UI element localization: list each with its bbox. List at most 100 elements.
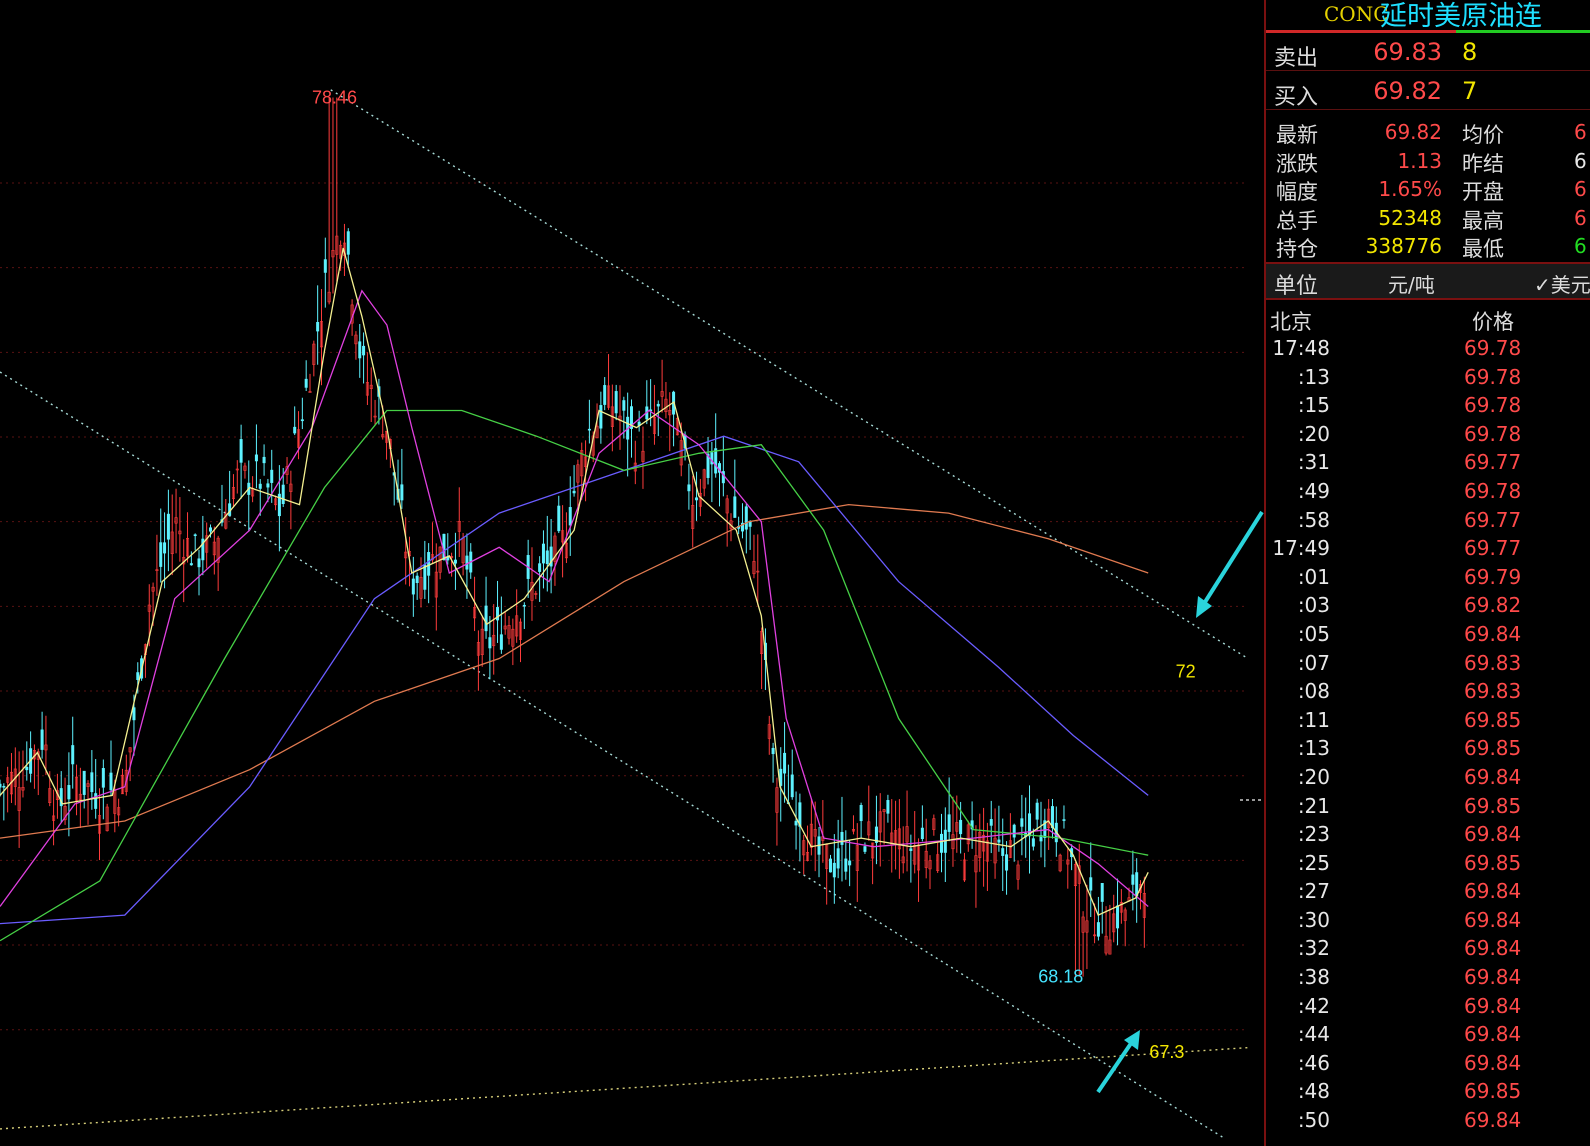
price-chart[interactable]: 78.46 68.18 72 67.3 [0, 0, 1264, 1146]
buy-price: 69.82 [1373, 77, 1442, 105]
tick-time: :08 [1297, 679, 1330, 704]
unit-label: 单位 [1274, 274, 1319, 299]
tick-price: 69.83 [1464, 679, 1522, 704]
tick-time: :49 [1297, 478, 1330, 503]
candle-body-131 [499, 634, 503, 650]
sell-label: 卖出 [1274, 46, 1319, 71]
candle-body-287 [1096, 922, 1100, 937]
candle-body-296 [1131, 874, 1135, 885]
stat-value-2: 6 [1574, 177, 1587, 202]
tick-time: :21 [1297, 793, 1330, 818]
instrument-name[interactable]: 延时美原油连 [1380, 0, 1542, 33]
candle-body-182 [695, 497, 699, 501]
tick-row[interactable]: :13 69.85 [1266, 734, 1590, 763]
candle-body-68 [258, 483, 262, 489]
tick-time: :58 [1297, 507, 1330, 532]
tick-row[interactable]: :44 69.84 [1266, 1020, 1590, 1049]
tick-row[interactable]: :23 69.84 [1266, 820, 1590, 849]
tick-row[interactable]: :48 69.85 [1266, 1077, 1590, 1106]
candle-body-202 [771, 747, 775, 755]
candle-body-270 [1031, 838, 1035, 847]
candle-body-263 [1005, 854, 1009, 871]
tick-row[interactable]: :49 69.78 [1266, 477, 1590, 506]
candle-body-292 [1116, 905, 1120, 929]
annotation-2: 72 [1176, 661, 1196, 681]
candle-body-109 [415, 575, 419, 584]
candle-body-42 [159, 542, 163, 567]
tick-price: 69.85 [1464, 1079, 1522, 1104]
tick-price: 69.84 [1464, 822, 1522, 847]
tick-row[interactable]: :25 69.85 [1266, 849, 1590, 878]
tick-row[interactable]: :13 69.78 [1266, 363, 1590, 392]
stats-row-0: 最新 69.82 均价 6 [1266, 116, 1590, 147]
sell-row[interactable]: 卖出 69.83 8 [1266, 32, 1590, 71]
quote-panel: CONC 延时美原油连 卖出 69.83 8 买入 69.82 7 最新 69.8… [1264, 0, 1590, 1146]
unit-value: 元/吨 [1388, 273, 1435, 297]
currency-toggle[interactable]: ✓美元 [1534, 269, 1590, 298]
tick-row[interactable]: :20 69.84 [1266, 763, 1590, 792]
candle-body-205 [783, 752, 787, 774]
candle-body-232 [886, 800, 890, 814]
candle-body-146 [557, 505, 561, 532]
tick-row[interactable]: 17:49 69.77 [1266, 534, 1590, 563]
tick-row[interactable]: :15 69.78 [1266, 391, 1590, 420]
tick-row[interactable]: :05 69.84 [1266, 620, 1590, 649]
tick-row[interactable]: :31 69.77 [1266, 448, 1590, 477]
stat-value-2: 6 [1574, 234, 1587, 259]
candle-body-122 [465, 555, 469, 570]
stats-row-3: 总手 52348 最高 6 [1266, 202, 1590, 233]
tick-row[interactable]: :42 69.84 [1266, 992, 1590, 1021]
annotation-1: 68.18 [1038, 967, 1083, 987]
tick-row[interactable]: :32 69.84 [1266, 934, 1590, 963]
chart-canvas: 78.46 68.18 72 67.3 [0, 87, 1264, 1139]
tick-time: :42 [1297, 993, 1330, 1018]
candle-body-71 [270, 469, 274, 483]
tick-time: :05 [1297, 621, 1330, 646]
buy-row[interactable]: 买入 69.82 7 [1266, 71, 1590, 110]
tick-row[interactable]: :08 69.83 [1266, 677, 1590, 706]
tick-time: :11 [1297, 707, 1330, 732]
tick-row[interactable]: :03 69.82 [1266, 591, 1590, 620]
tick-time: :25 [1297, 850, 1330, 875]
candle-body-218 [832, 862, 836, 878]
candle-body-74 [281, 484, 285, 505]
tick-row[interactable]: :27 69.84 [1266, 877, 1590, 906]
stat-value-2: 6 [1574, 120, 1587, 144]
tick-row[interactable]: :38 69.84 [1266, 963, 1590, 992]
tick-price: 69.85 [1464, 736, 1522, 761]
tick-price: 69.84 [1464, 1050, 1522, 1075]
tick-price: 69.78 [1464, 364, 1522, 389]
tick-row[interactable]: 17:48 69.78 [1266, 334, 1590, 363]
candle-body-1 [2, 785, 6, 788]
candle-body-158 [603, 385, 607, 405]
trend-line-0 [330, 89, 1249, 660]
candle-body-43 [163, 542, 167, 554]
tick-time: :31 [1297, 450, 1330, 475]
tick-row[interactable]: :46 69.84 [1266, 1049, 1590, 1078]
tick-price: 69.85 [1464, 793, 1522, 818]
series-ma_yellow [0, 247, 1149, 916]
tick-row[interactable]: :58 69.77 [1266, 506, 1590, 535]
tick-row[interactable]: :20 69.78 [1266, 420, 1590, 449]
candle-body-187 [714, 448, 718, 474]
tick-row[interactable]: :01 69.79 [1266, 563, 1590, 592]
ticks-list[interactable]: 17:48 69.78:13 69.78:15 69.78:20 69.78:31 69.… [1266, 334, 1590, 1135]
tick-row[interactable]: :07 69.83 [1266, 649, 1590, 678]
candle-body-11 [40, 729, 44, 750]
tick-row[interactable]: :30 69.84 [1266, 906, 1590, 935]
tick-price: 69.82 [1464, 593, 1522, 618]
candle-body-85 [323, 259, 327, 273]
stat-value: 1.13 [1397, 148, 1442, 173]
tick-row[interactable]: :11 69.85 [1266, 706, 1590, 735]
stat-value: 52348 [1378, 205, 1442, 230]
candle-body-36 [136, 672, 140, 680]
stat-label-2: 最低 [1462, 237, 1504, 262]
candle-body-238 [909, 848, 913, 851]
tick-row[interactable]: :50 69.84 [1266, 1106, 1590, 1135]
tick-row[interactable]: :21 69.85 [1266, 792, 1590, 821]
tick-time: :48 [1297, 1079, 1330, 1104]
candle-body-225 [859, 805, 863, 822]
tick-time: :50 [1297, 1108, 1330, 1133]
tick-price: 69.85 [1464, 850, 1522, 875]
buy-label: 买入 [1274, 85, 1319, 110]
